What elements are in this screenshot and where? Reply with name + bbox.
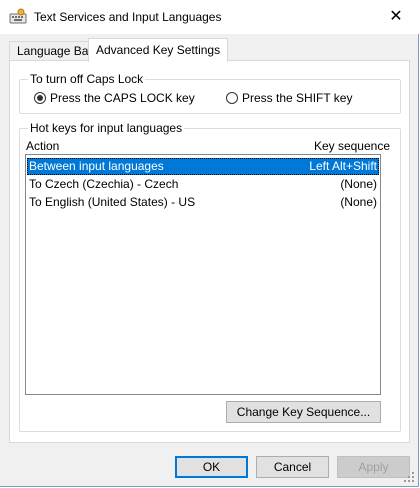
caps-lock-key-radio[interactable]: [34, 92, 46, 104]
apply-button[interactable]: Apply: [337, 456, 410, 478]
caps-lock-group-label: To turn off Caps Lock: [28, 72, 146, 86]
dialog-window: Text Services and Input Languages ✕ Lang…: [0, 0, 419, 487]
list-item-sequence: (None): [340, 177, 377, 191]
list-item-sequence: Left Alt+Shift: [309, 159, 377, 173]
cancel-button[interactable]: Cancel: [256, 456, 329, 478]
action-column-header: Action: [26, 139, 60, 153]
resize-grip-icon[interactable]: [403, 471, 415, 483]
list-item[interactable]: To Czech (Czechia) - Czech (None): [27, 176, 379, 193]
list-item-sequence: (None): [340, 195, 377, 209]
close-icon[interactable]: ✕: [381, 6, 411, 28]
hotkeys-group-label: Hot keys for input languages: [28, 121, 185, 135]
list-item[interactable]: Between input languages Left Alt+Shift: [27, 158, 379, 175]
caps-lock-group: To turn off Caps Lock Press the CAPS LOC…: [19, 72, 401, 114]
window-title: Text Services and Input Languages: [34, 10, 222, 24]
change-key-sequence-button[interactable]: Change Key Sequence...: [226, 401, 381, 423]
list-item-action: To Czech (Czechia) - Czech: [29, 177, 179, 191]
ok-button[interactable]: OK: [175, 456, 248, 478]
list-item-action: To English (United States) - US: [29, 195, 196, 209]
key-sequence-column-header: Key sequence: [313, 139, 390, 153]
keyboard-icon: [9, 8, 27, 24]
list-item-action: Between input languages: [29, 159, 164, 173]
caps-lock-key-label[interactable]: Press the CAPS LOCK key: [50, 91, 195, 105]
shift-key-radio[interactable]: [226, 92, 238, 104]
tab-advanced-key-settings[interactable]: Advanced Key Settings: [88, 38, 229, 62]
title-bar[interactable]: Text Services and Input Languages ✕: [0, 0, 419, 34]
hotkeys-list[interactable]: Between input languages Left Alt+Shift T…: [25, 154, 381, 395]
tab-language-bar[interactable]: Language Bar: [9, 41, 101, 62]
list-item[interactable]: To English (United States) - US (None): [27, 194, 379, 211]
shift-key-label[interactable]: Press the SHIFT key: [242, 91, 352, 105]
